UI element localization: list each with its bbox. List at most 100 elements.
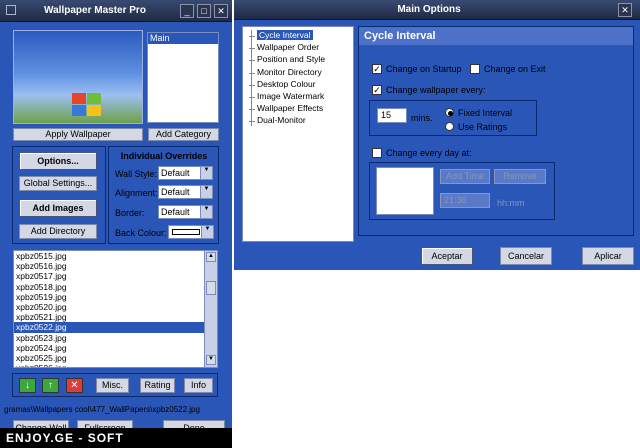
tree-connector (249, 60, 255, 62)
tree-item[interactable]: Wallpaper Order (257, 42, 319, 52)
tree-connector (249, 109, 255, 111)
colour-swatch (172, 229, 200, 235)
fixed-interval-label: Fixed Interval (458, 108, 513, 118)
apply-wallpaper-button[interactable]: Apply Wallpaper (13, 128, 143, 141)
change-on-exit-checkbox[interactable] (470, 64, 480, 74)
back-colour-select[interactable]: ▼ (168, 225, 214, 239)
global-settings-button[interactable]: Global Settings... (19, 176, 97, 191)
watermark-bar: ENJOY.GE - SOFT (0, 428, 232, 448)
tree-connector (249, 84, 255, 86)
windows-logo-icon (72, 93, 102, 117)
tree-item[interactable]: Dual-Monitor (257, 115, 306, 125)
chevron-down-icon[interactable]: ▼ (200, 206, 212, 218)
add-category-button[interactable]: Add Category (148, 128, 219, 141)
file-list-item[interactable]: xpbz0520.jpg (14, 302, 217, 312)
time-list[interactable] (376, 167, 434, 215)
close-button[interactable]: ✕ (214, 4, 228, 18)
alignment-label: Alignment: (115, 188, 158, 198)
aplicar-button[interactable]: Aplicar (582, 247, 634, 265)
options-button[interactable]: Options... (19, 152, 97, 170)
file-list-scrollbar[interactable]: ▲ ▼ (204, 250, 218, 368)
delete-icon[interactable]: ✕ (66, 378, 83, 393)
panel-title: Cycle Interval (359, 27, 633, 45)
tree-item[interactable]: Cycle Interval (257, 30, 313, 40)
chevron-down-icon[interactable]: ▼ (201, 226, 213, 238)
add-time-button[interactable]: Add Time (440, 169, 490, 184)
fixed-interval-radio[interactable] (445, 108, 454, 117)
scroll-down-icon[interactable]: ▼ (206, 355, 216, 365)
file-list-item[interactable]: xpbz0521.jpg (14, 312, 217, 322)
move-up-icon[interactable]: ↑ (42, 378, 59, 393)
tree-connector (249, 48, 255, 50)
misc-button[interactable]: Misc. (96, 378, 129, 393)
cancelar-button[interactable]: Cancelar (500, 247, 552, 265)
category-list[interactable]: Main (147, 32, 219, 123)
file-list-item[interactable]: xpbz0524.jpg (14, 343, 217, 353)
tree-connector (249, 97, 255, 98)
right-window-title: Main Options (397, 4, 461, 15)
rating-button[interactable]: Rating (140, 378, 175, 393)
border-value: Default (161, 207, 190, 217)
border-select[interactable]: Default ▼ (158, 205, 213, 219)
wall-style-value: Default (161, 168, 190, 178)
scroll-up-icon[interactable]: ▲ (206, 252, 216, 262)
info-button[interactable]: Info (184, 378, 213, 393)
file-list-item[interactable]: xpbz0523.jpg (14, 333, 217, 343)
current-path: gramas\Wallpapers cool\477_WallPapers\xp… (4, 405, 200, 414)
tree-item[interactable]: Desktop Colour (257, 79, 316, 89)
change-every-checkbox[interactable]: ✓ (372, 85, 382, 95)
scroll-thumb[interactable] (206, 281, 216, 295)
change-every-day-label: Change every day at: (386, 148, 472, 158)
change-every-day-checkbox[interactable] (372, 148, 382, 158)
use-ratings-radio[interactable] (445, 122, 454, 131)
change-on-startup-label: Change on Startup (386, 64, 462, 74)
file-list-item[interactable]: xpbz0516.jpg (14, 261, 217, 271)
move-down-icon[interactable]: ↓ (19, 378, 36, 393)
file-list-item[interactable]: xpbz0526.jpg (14, 363, 217, 367)
file-list-item[interactable]: xpbz0519.jpg (14, 292, 217, 302)
options-tree[interactable]: Cycle Interval Wallpaper Order Position an… (242, 26, 354, 242)
use-ratings-label: Use Ratings (458, 122, 508, 132)
tree-line (251, 30, 252, 126)
file-list-item[interactable]: xpbz0515.jpg (14, 251, 217, 261)
minimize-button[interactable]: _ (180, 4, 194, 18)
restore-button[interactable]: □ (197, 4, 211, 18)
wall-style-select[interactable]: Default ▼ (158, 166, 213, 180)
time-format-label: hh:mm (497, 198, 525, 208)
alignment-select[interactable]: Default ▼ (158, 185, 213, 199)
left-window-title: Wallpaper Master Pro (44, 5, 146, 16)
file-list-item[interactable]: xpbz0522.jpg (14, 322, 217, 333)
tree-item[interactable]: Wallpaper Effects (257, 103, 323, 113)
tree-connector (249, 72, 255, 74)
file-list-item[interactable]: xpbz0525.jpg (14, 353, 217, 363)
tree-connector (249, 121, 255, 123)
add-directory-button[interactable]: Add Directory (19, 224, 97, 239)
left-title-bar[interactable]: Wallpaper Master Pro _ □ ✕ (0, 0, 232, 22)
chevron-down-icon[interactable]: ▼ (200, 186, 212, 198)
change-on-exit-label: Change on Exit (484, 64, 546, 74)
change-every-label: Change wallpaper every: (386, 85, 486, 95)
file-list[interactable]: xpbz0515.jpg xpbz0516.jpg xpbz0517.jpg xpbz… (13, 250, 218, 368)
category-item[interactable]: Main (148, 33, 218, 44)
watermark-text: ENJOY.GE - SOFT (6, 431, 124, 445)
wall-style-label: Wall Style: (115, 169, 158, 179)
mins-label: mins. (411, 113, 433, 123)
tree-item[interactable]: Image Watermark (257, 91, 324, 101)
add-images-button[interactable]: Add Images (19, 199, 97, 217)
right-title-bar[interactable]: Main Options ✕ (234, 0, 640, 20)
time-input[interactable]: 21:36 (440, 193, 490, 208)
remove-button[interactable]: Remove (494, 169, 546, 184)
app-icon (6, 5, 16, 15)
file-list-item[interactable]: xpbz0517.jpg (14, 271, 217, 281)
chevron-down-icon[interactable]: ▼ (200, 167, 212, 179)
close-button[interactable]: ✕ (618, 3, 632, 17)
overrides-title: Individual Overrides (120, 151, 208, 161)
file-list-item[interactable]: xpbz0518.jpg (14, 282, 217, 292)
tree-item[interactable]: Position and Style (257, 54, 325, 64)
change-on-startup-checkbox[interactable]: ✓ (372, 64, 382, 74)
back-colour-label: Back Colour: (115, 228, 167, 238)
wallpaper-preview (13, 30, 143, 124)
interval-input[interactable]: 15 (377, 108, 407, 123)
tree-item[interactable]: Monitor Directory (257, 67, 322, 77)
aceptar-button[interactable]: Aceptar (421, 247, 473, 265)
